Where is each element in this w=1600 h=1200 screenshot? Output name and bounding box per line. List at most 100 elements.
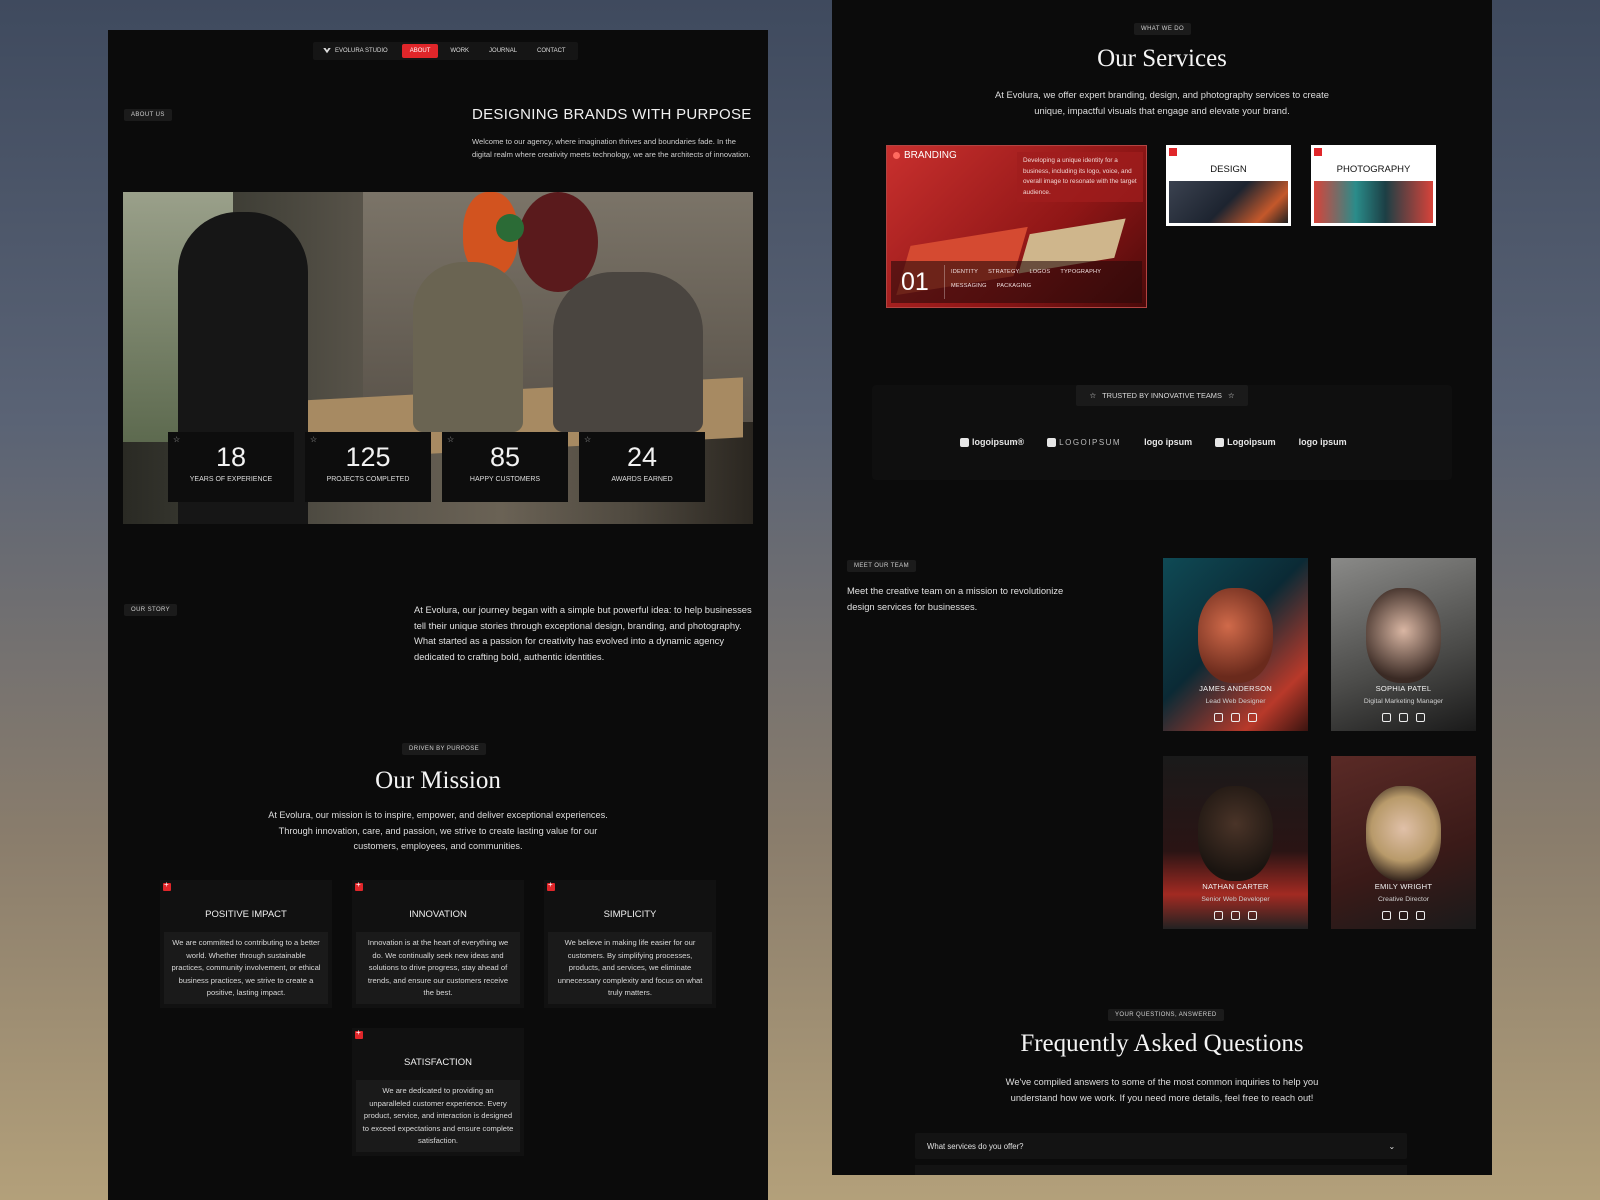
stat-label: YEARS OF EXPERIENCE [189, 476, 273, 483]
services-tag: WHAT WE DO [1134, 23, 1192, 35]
nav-item-work[interactable]: WORK [442, 44, 477, 58]
member-name: SOPHIA PATEL [1375, 684, 1432, 693]
service-tag: PACKAGING [996, 283, 1032, 289]
linkedin-icon[interactable] [1248, 911, 1257, 920]
value-text: We believe in making life easier for our… [548, 932, 712, 1004]
team-text: Meet the creative team on a mission to r… [847, 585, 1064, 612]
member-role: Senior Web Developer [1201, 896, 1270, 903]
service-tag: STRATEGY [988, 269, 1020, 275]
star-icon: ☆ [310, 435, 318, 444]
nav-item-about[interactable]: ABOUT [401, 44, 439, 58]
member-photo [1366, 588, 1441, 683]
hero-title: DESIGNING BRANDS WITH PURPOSE [472, 106, 752, 123]
value-text: We are dedicated to providing an unparal… [356, 1080, 520, 1152]
stat-card: ☆ 125 PROJECTS COMPLETED [305, 432, 431, 502]
service-card-branding[interactable]: BRANDING Developing a unique identity fo… [886, 145, 1147, 308]
service-title: PHOTOGRAPHY [1336, 164, 1411, 175]
partner-logo: logo ipsum [1144, 437, 1192, 447]
service-card-photography[interactable]: PHOTOGRAPHY [1311, 145, 1436, 226]
value-card: POSITIVE IMPACT We are committed to cont… [160, 880, 332, 1008]
team-member-card[interactable]: EMILY WRIGHT Creative Director [1331, 756, 1476, 929]
instagram-icon[interactable] [1214, 911, 1223, 920]
trusted-label: TRUSTED BY INNOVATIVE TEAMS [1102, 391, 1222, 400]
service-bottom-bar: 01 IDENTITY STRATEGY LOGOS TYPOGRAPHY ME… [891, 261, 1142, 303]
partner-logo: LOGOIPSUM [1047, 437, 1122, 447]
photo-person-laughing [413, 262, 523, 432]
logo-mark-icon [1047, 437, 1057, 447]
butterfly-icon[interactable] [1231, 713, 1240, 722]
butterfly-icon[interactable] [1231, 911, 1240, 920]
stat-label: HAPPY CUSTOMERS [469, 476, 541, 483]
team-member-card[interactable]: JAMES ANDERSON Lead Web Designer [1163, 558, 1308, 731]
nav-item-journal[interactable]: JOURNAL [481, 44, 525, 58]
about-page-panel: EVOLURA STUDIO ABOUT WORK JOURNAL CONTAC… [108, 30, 768, 1200]
faq-text: We've compiled answers to some of the mo… [1005, 1076, 1319, 1103]
partner-logo: logo ipsum [1299, 437, 1347, 447]
service-tag: IDENTITY [951, 269, 979, 275]
photography-photo [1314, 181, 1433, 223]
faq-item-next[interactable] [915, 1165, 1407, 1175]
logo-text: logo ipsum [1298, 437, 1347, 447]
stat-card: ☆ 85 HAPPY CUSTOMERS [442, 432, 568, 502]
stat-value: 125 [345, 442, 391, 472]
logo-text: logo ipsum [1144, 437, 1193, 447]
value-card: INNOVATION Innovation is at the heart of… [352, 880, 524, 1008]
logo-text: LOGOIPSUM [1059, 437, 1122, 447]
faq-title: Frequently Asked Questions [1020, 1030, 1304, 1057]
linkedin-icon[interactable] [1416, 911, 1425, 920]
plus-icon [1169, 148, 1177, 156]
divider [944, 265, 945, 299]
faq-tag: YOUR QUESTIONS, ANSWERED [1108, 1009, 1224, 1021]
social-links [1331, 911, 1476, 920]
butterfly-icon[interactable] [1399, 911, 1408, 920]
member-photo [1198, 588, 1273, 683]
mission-text: At Evolura, our mission is to inspire, e… [268, 810, 608, 851]
service-label: BRANDING [893, 150, 957, 161]
hero-photo: ☆ 18 YEARS OF EXPERIENCE ☆ 125 PROJECTS … [123, 192, 753, 524]
star-icon: ☆ [1089, 391, 1097, 400]
mission-tag: DRIVEN BY PURPOSE [402, 743, 487, 755]
linkedin-icon[interactable] [1248, 713, 1257, 722]
member-role: Digital Marketing Manager [1363, 698, 1444, 705]
value-card: SIMPLICITY We believe in making life eas… [544, 880, 716, 1008]
team-member-card[interactable]: NATHAN CARTER Senior Web Developer [1163, 756, 1308, 929]
social-links [1331, 713, 1476, 722]
member-role: Creative Director [1378, 896, 1429, 903]
value-text: Innovation is at the heart of everything… [356, 932, 520, 1004]
star-icon: ☆ [584, 435, 592, 444]
brand-logo[interactable]: EVOLURA STUDIO [317, 48, 398, 54]
member-name: NATHAN CARTER [1202, 882, 1269, 891]
photo-person-sitting [553, 272, 703, 432]
hero-text: Welcome to our agency, where imagination… [472, 137, 751, 159]
plus-icon [355, 1028, 363, 1039]
services-title: Our Services [1097, 45, 1227, 72]
trusted-section: ☆ TRUSTED BY INNOVATIVE TEAMS ☆ logoipsu… [872, 385, 1452, 480]
faq-question: What services do you offer? [927, 1141, 1024, 1151]
stat-label: PROJECTS COMPLETED [326, 476, 410, 483]
member-photo [1198, 786, 1273, 881]
stat-card: ☆ 18 YEARS OF EXPERIENCE [168, 432, 294, 502]
service-number: 01 [901, 268, 929, 296]
team-member-card[interactable]: SOPHIA PATEL Digital Marketing Manager [1331, 558, 1476, 731]
brand-name: EVOLURA STUDIO [335, 48, 388, 54]
service-tag: MESSAGING [951, 283, 987, 289]
chevron-down-icon[interactable]: ⌄ [1388, 1142, 1395, 1151]
member-name: EMILY WRIGHT [1374, 882, 1433, 891]
service-tag: LOGOS [1029, 269, 1051, 275]
stat-value: 24 [626, 442, 658, 472]
instagram-icon[interactable] [1382, 713, 1391, 722]
stat-value: 18 [215, 442, 247, 472]
logo-text: logoipsum® [972, 437, 1025, 447]
faq-item[interactable]: What services do you offer? ⌄ [915, 1133, 1407, 1159]
story-text: At Evolura, our journey began with a sim… [414, 604, 752, 662]
value-title: SIMPLICITY [603, 909, 657, 920]
instagram-icon[interactable] [1214, 713, 1223, 722]
butterfly-icon[interactable] [1399, 713, 1408, 722]
logo-mark-icon [960, 437, 969, 447]
star-icon: ☆ [447, 435, 455, 444]
linkedin-icon[interactable] [1416, 713, 1425, 722]
nav-item-contact[interactable]: CONTACT [529, 44, 574, 58]
stat-label: AWARDS EARNED [611, 476, 673, 483]
service-card-design[interactable]: DESIGN [1166, 145, 1291, 226]
instagram-icon[interactable] [1382, 911, 1391, 920]
